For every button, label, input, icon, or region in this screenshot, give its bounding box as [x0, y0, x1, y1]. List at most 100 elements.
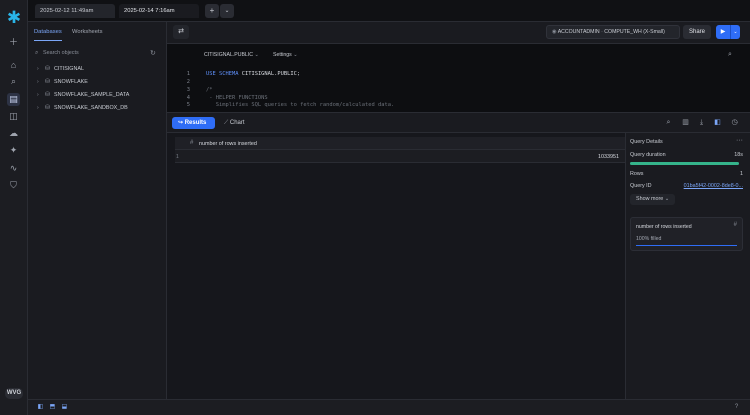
results-toolbar: ↪ Results ⟋ Chart ⌕ ▥ ⤓ ◧ ◷ — [167, 112, 750, 133]
plus-icon[interactable]: ＋ — [7, 35, 20, 48]
cell-value[interactable]: 1033951 — [598, 154, 619, 160]
show-more-button[interactable]: Show more ⌄ — [630, 194, 676, 205]
context-selector[interactable]: CITISIGNAL.PUBLIC ⌄ — [204, 52, 259, 58]
chart-tab[interactable]: ⟋ Chart — [224, 117, 245, 129]
toggle-editor-icon[interactable]: ⬒ — [48, 403, 57, 412]
row-number: 1 — [176, 154, 179, 160]
settings-selector[interactable]: Settings ⌄ — [273, 52, 298, 58]
code-comment: Simplifies SQL queries to fetch random/c… — [206, 102, 395, 108]
context-label: CITISIGNAL.PUBLIC — [204, 52, 254, 58]
card-title: number of rows inserted — [636, 224, 692, 230]
swap-icon[interactable]: ⇄ — [173, 25, 189, 39]
rows-value: 1 — [740, 171, 743, 177]
duration-value: 18s — [734, 152, 743, 158]
column-stats-card[interactable]: number of rows inserted # 100% filled — [630, 217, 743, 251]
share-button[interactable]: Share — [683, 25, 712, 39]
duration-row: Query duration 18s — [630, 152, 743, 158]
database-icon: ⛁ — [45, 105, 51, 111]
show-more-label: Show more — [636, 196, 664, 202]
line-number: 2 — [186, 79, 190, 85]
sql-editor[interactable]: CITISIGNAL.PUBLIC ⌄ Settings ⌄ ⌕ 1 USE S… — [167, 44, 750, 112]
role-warehouse-selector[interactable]: ◉ ACCOUNTADMIN · COMPUTE_WH (X-Small) — [546, 25, 680, 39]
warehouse-label: COMPUTE_WH (X-Small) — [604, 29, 665, 35]
rows-label: Rows — [630, 171, 644, 177]
data-icon[interactable]: ◫ — [7, 110, 20, 123]
database-label: SNOWFLAKE_SAMPLE_DATA — [54, 92, 130, 98]
code-text: CITISIGNAL.PUBLIC; — [238, 71, 301, 77]
home-icon[interactable]: ⌂ — [7, 58, 20, 71]
tree-item[interactable]: › ⛁ SNOWFLAKE_SAMPLE_DATA — [37, 90, 129, 100]
search-icon: ⌕ — [35, 50, 39, 56]
code-keyword: USE SCHEMA — [206, 71, 239, 77]
number-column-icon: # — [190, 140, 194, 146]
run-options-chevron-icon[interactable]: ⌄ — [730, 25, 740, 39]
cloud-icon[interactable]: ☁ — [7, 127, 20, 140]
query-id-row: Query ID 01ba5f42-0002-8de8-0... — [630, 183, 743, 189]
tab-list-chevron-icon[interactable]: ⌄ — [220, 4, 234, 18]
monitoring-icon[interactable]: ∿ — [7, 162, 20, 175]
file-tab[interactable]: 2025-02-12 11:49am — [35, 4, 115, 18]
new-tab-button[interactable]: + — [205, 4, 219, 18]
file-tab-active[interactable]: 2025-02-14 7:16am — [119, 4, 199, 18]
search-placeholder: Search objects — [43, 50, 79, 56]
object-browser: Databases Worksheets ⌕ Search objects ↻ … — [28, 22, 167, 399]
active-tab-indicator — [34, 40, 62, 41]
user-avatar[interactable]: WVG — [5, 388, 23, 399]
refresh-icon[interactable]: ↻ — [150, 48, 156, 59]
history-icon[interactable]: ◷ — [729, 117, 740, 129]
toggle-sidebar-icon[interactable]: ◧ — [36, 403, 45, 412]
chevron-right-icon: › — [37, 105, 39, 111]
code-comment: - HELPER FUNCTIONS — [206, 95, 268, 101]
search-icon[interactable]: ⌕ — [663, 117, 674, 129]
run-button[interactable]: ▶ — [716, 25, 730, 39]
table-row[interactable]: 1 1033951 — [175, 150, 625, 163]
database-label: CITISIGNAL — [54, 66, 84, 72]
column-header[interactable]: number of rows inserted — [199, 141, 257, 147]
results-tab[interactable]: ↪ Results — [172, 117, 215, 129]
card-fill-status: 100% filled — [636, 236, 662, 242]
code-line: USE SCHEMA CITISIGNAL.PUBLIC; — [206, 71, 300, 77]
details-title-row: Query Details ··· — [630, 137, 743, 145]
query-id-label: Query ID — [630, 183, 652, 189]
query-id-link[interactable]: 01ba5f42-0002-8de8-0... — [684, 183, 743, 189]
shared-database-icon: ⛁ — [45, 92, 51, 98]
duration-progress-fill — [630, 162, 739, 165]
tab-worksheets[interactable]: Worksheets — [72, 29, 103, 35]
ai-sparkle-icon[interactable]: ✦ — [7, 144, 20, 157]
chevron-right-icon: › — [37, 66, 39, 72]
chevron-down-icon: ⌄ — [664, 196, 670, 202]
shield-icon[interactable]: ⛉ — [7, 179, 20, 192]
status-bar: ◧ ⬒ ⬓ ? — [28, 399, 750, 415]
columns-icon[interactable]: ▥ — [680, 117, 691, 129]
help-icon[interactable]: ? — [732, 403, 741, 412]
number-column-icon: # — [733, 222, 737, 228]
arrow-icon: ↪ — [178, 120, 185, 126]
tree-item[interactable]: › ⛁ SNOWFLAKE — [37, 77, 88, 87]
download-icon[interactable]: ⤓ — [696, 117, 707, 129]
tree-item[interactable]: › ⛁ SNOWFLAKE_SANDBOX_DB — [37, 103, 128, 113]
more-options-icon[interactable]: ··· — [736, 137, 743, 144]
split-panel-icon[interactable]: ◧ — [712, 117, 723, 129]
chart-label: Chart — [229, 120, 245, 126]
query-details-panel: Query Details ··· Query duration 18s Row… — [625, 133, 750, 399]
worksheets-icon[interactable]: ▤ — [7, 93, 20, 106]
toggle-results-icon[interactable]: ⬓ — [60, 403, 69, 412]
tab-databases[interactable]: Databases — [34, 29, 62, 35]
search-icon[interactable]: ⌕ — [7, 75, 20, 88]
database-icon: ⛁ — [45, 66, 51, 72]
duration-progress-bar — [630, 162, 739, 165]
chevron-down-icon: ⌄ — [293, 52, 298, 58]
chevron-down-icon: ⌄ — [254, 52, 259, 58]
database-label: SNOWFLAKE — [54, 79, 88, 85]
code-comment: /* — [206, 87, 213, 93]
shared-database-icon: ⛁ — [45, 79, 51, 85]
line-number: 4 — [186, 95, 190, 101]
search-objects-input[interactable]: ⌕ Search objects — [34, 48, 161, 59]
snowflake-logo-icon[interactable]: ✱ — [5, 9, 23, 27]
tree-item[interactable]: › ⛁ CITISIGNAL — [37, 64, 84, 74]
chevron-right-icon: › — [37, 79, 39, 85]
nav-rail: ✱ ＋ ⌂ ⌕ ▤ ◫ ☁ ✦ ∿ ⛉ WVG — [0, 0, 28, 415]
search-icon[interactable]: ⌕ — [728, 51, 732, 59]
fill-bar — [636, 245, 737, 246]
line-number: 3 — [186, 87, 190, 93]
